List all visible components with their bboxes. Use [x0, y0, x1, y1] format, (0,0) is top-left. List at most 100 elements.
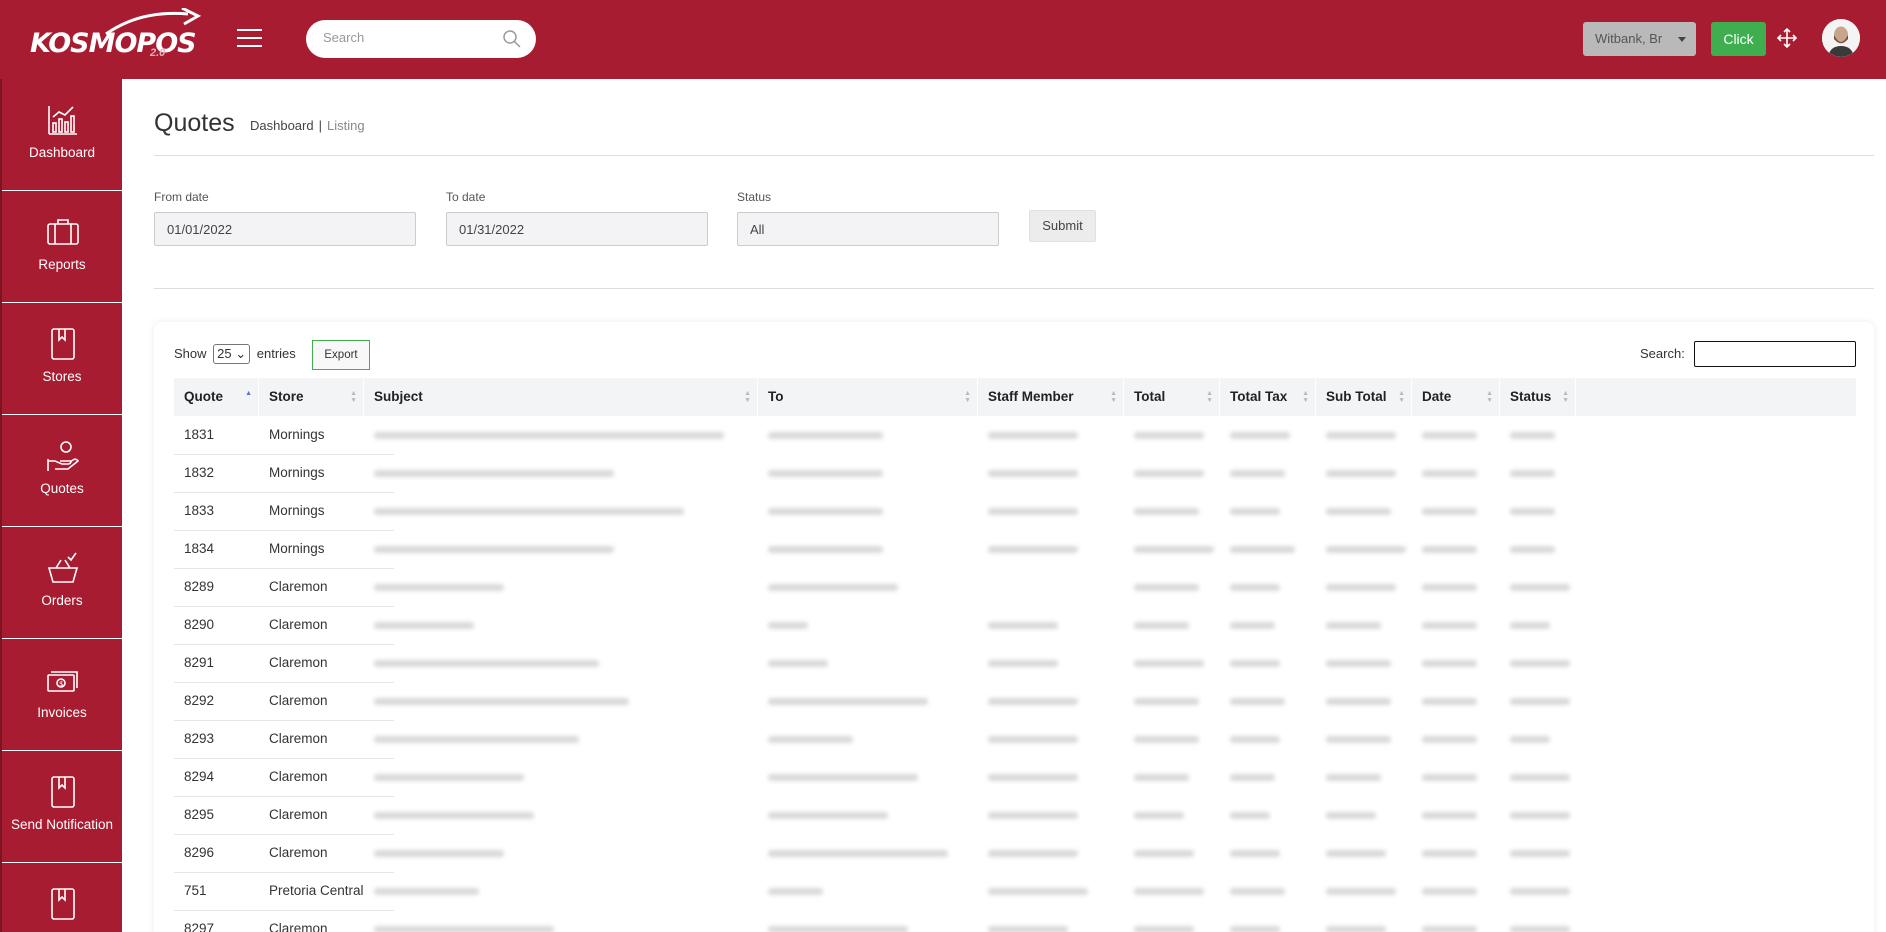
table-row[interactable]: 8289 Claremon — [174, 568, 1856, 606]
redacted-cell — [768, 546, 883, 553]
export-button[interactable]: Export — [312, 340, 370, 370]
column-header-total-tax[interactable]: Total Tax ▲ ▼ — [1220, 378, 1316, 416]
breadcrumb-current: Listing — [327, 118, 365, 133]
column-header-subject[interactable]: Subject ▲ ▼ — [364, 378, 758, 416]
redacted-cell — [768, 470, 883, 477]
sidebar-item-invoices[interactable]: $ Invoices — [2, 639, 122, 751]
table-row[interactable]: 1832 Mornings — [174, 454, 1856, 492]
sidebar-item-orders[interactable]: Orders — [2, 527, 122, 639]
brand-logo[interactable]: KOSMOPOS 2.0 — [30, 8, 202, 62]
redacted-cell — [1422, 660, 1477, 667]
from-date-input[interactable]: 01/01/2022 — [154, 212, 416, 246]
fullscreen-move-icon[interactable] — [1776, 27, 1798, 49]
menu-toggle-icon[interactable] — [237, 29, 262, 49]
table-row[interactable]: 8293 Claremon — [174, 720, 1856, 758]
sidebar-item-stores[interactable]: Stores — [2, 303, 122, 415]
svg-text:$: $ — [59, 680, 63, 688]
table-row[interactable]: 1833 Mornings — [174, 492, 1856, 530]
column-header-sub-total[interactable]: Sub Total ▲ ▼ — [1316, 378, 1412, 416]
cell-quote[interactable]: 8289 — [184, 568, 259, 606]
click-button[interactable]: Click — [1711, 22, 1766, 56]
column-header-quote[interactable]: Quote ▲ — [174, 378, 259, 416]
redacted-cell — [988, 546, 1078, 553]
branch-select[interactable]: Witbank, Br — [1583, 22, 1696, 56]
cell-quote[interactable]: 1834 — [184, 530, 259, 568]
redacted-cell — [1510, 850, 1570, 857]
table-row[interactable]: 1831 Mornings — [174, 416, 1856, 454]
table-row[interactable]: 8296 Claremon — [174, 834, 1856, 872]
cell-store: Claremon — [269, 845, 328, 860]
cell-quote[interactable]: 8290 — [184, 606, 259, 644]
to-date-input[interactable]: 01/31/2022 — [446, 212, 708, 246]
branch-select-value: Witbank, Br — [1595, 31, 1663, 46]
cell-store: Mornings — [269, 503, 325, 518]
cell-quote[interactable]: 8294 — [184, 758, 259, 796]
sidebar-item-quotes[interactable]: Quotes — [2, 415, 122, 527]
cell-quote[interactable]: 8296 — [184, 834, 259, 872]
cell-quote[interactable]: 8292 — [184, 682, 259, 720]
column-header-date[interactable]: Date ▲ ▼ — [1412, 378, 1500, 416]
redacted-cell — [768, 812, 888, 819]
global-search-input[interactable] — [323, 30, 493, 45]
table-row[interactable]: 8292 Claremon — [174, 682, 1856, 720]
cell-quote[interactable]: 1832 — [184, 454, 259, 492]
breadcrumb-dashboard-link[interactable]: Dashboard — [250, 118, 314, 133]
cell-quote[interactable]: 751 — [184, 872, 259, 910]
column-header-status[interactable]: Status ▲ ▼ — [1500, 378, 1576, 416]
entries-select[interactable]: 25 ⌄ — [213, 344, 251, 364]
table-row[interactable]: 8290 Claremon — [174, 606, 1856, 644]
table-row[interactable]: 8294 Claremon — [174, 758, 1856, 796]
column-header-staff-member[interactable]: Staff Member ▲ ▼ — [978, 378, 1124, 416]
redacted-cell — [374, 470, 614, 477]
sidebar-item-send-notification[interactable]: Send Notification — [2, 751, 122, 863]
cell-quote[interactable]: 8297 — [184, 910, 259, 932]
redacted-cell — [988, 812, 1078, 819]
table-search-input[interactable] — [1694, 341, 1856, 367]
redacted-cell — [1510, 698, 1570, 705]
submit-button[interactable]: Submit — [1029, 210, 1096, 242]
redacted-cell — [988, 888, 1088, 895]
redacted-cell — [1326, 546, 1406, 553]
redacted-cell — [374, 584, 504, 591]
table-row[interactable]: 751 Pretoria Central — [174, 872, 1856, 910]
cell-store: Claremon — [269, 617, 328, 632]
sidebar-item-label: Orders — [41, 593, 83, 608]
column-header-total[interactable]: Total ▲ ▼ — [1124, 378, 1220, 416]
sidebar-item-label: Reports — [38, 257, 86, 272]
sidebar-item-label: Send Notification — [10, 817, 114, 832]
sidebar-item-reports[interactable]: Reports — [2, 191, 122, 303]
divider — [154, 288, 1874, 289]
redacted-cell — [1510, 432, 1555, 439]
search-icon[interactable] — [502, 29, 522, 49]
redacted-cell — [988, 736, 1078, 743]
cell-quote[interactable]: 8291 — [184, 644, 259, 682]
column-header-to[interactable]: To ▲ ▼ — [758, 378, 978, 416]
redacted-cell — [988, 470, 1078, 477]
column-header-store[interactable]: Store ▲ ▼ — [259, 378, 364, 416]
redacted-cell — [1230, 660, 1280, 667]
table-row[interactable]: 1834 Mornings — [174, 530, 1856, 568]
cell-quote[interactable]: 1833 — [184, 492, 259, 530]
redacted-cell — [1230, 812, 1270, 819]
redacted-cell — [1230, 470, 1285, 477]
table-row[interactable]: 8291 Claremon — [174, 644, 1856, 682]
redacted-cell — [988, 660, 1058, 667]
cell-quote[interactable]: 8293 — [184, 720, 259, 758]
redacted-cell — [1134, 850, 1194, 857]
table-row[interactable]: 8297 Claremon — [174, 910, 1856, 932]
redacted-cell — [768, 622, 808, 629]
status-select[interactable]: All — [737, 212, 999, 246]
redacted-cell — [988, 622, 1058, 629]
redacted-cell — [1510, 546, 1555, 553]
sort-icon: ▲ ▼ — [1398, 390, 1405, 404]
sidebar-item-dashboard[interactable]: Dashboard — [2, 79, 122, 191]
redacted-cell — [1326, 736, 1391, 743]
redacted-cell — [1134, 470, 1204, 477]
user-avatar[interactable] — [1822, 19, 1860, 57]
sidebar-item-more[interactable] — [2, 863, 122, 932]
cell-quote[interactable]: 8295 — [184, 796, 259, 834]
redacted-cell — [1134, 660, 1204, 667]
redacted-cell — [768, 584, 898, 591]
table-row[interactable]: 8295 Claremon — [174, 796, 1856, 834]
cell-quote[interactable]: 1831 — [184, 416, 259, 454]
